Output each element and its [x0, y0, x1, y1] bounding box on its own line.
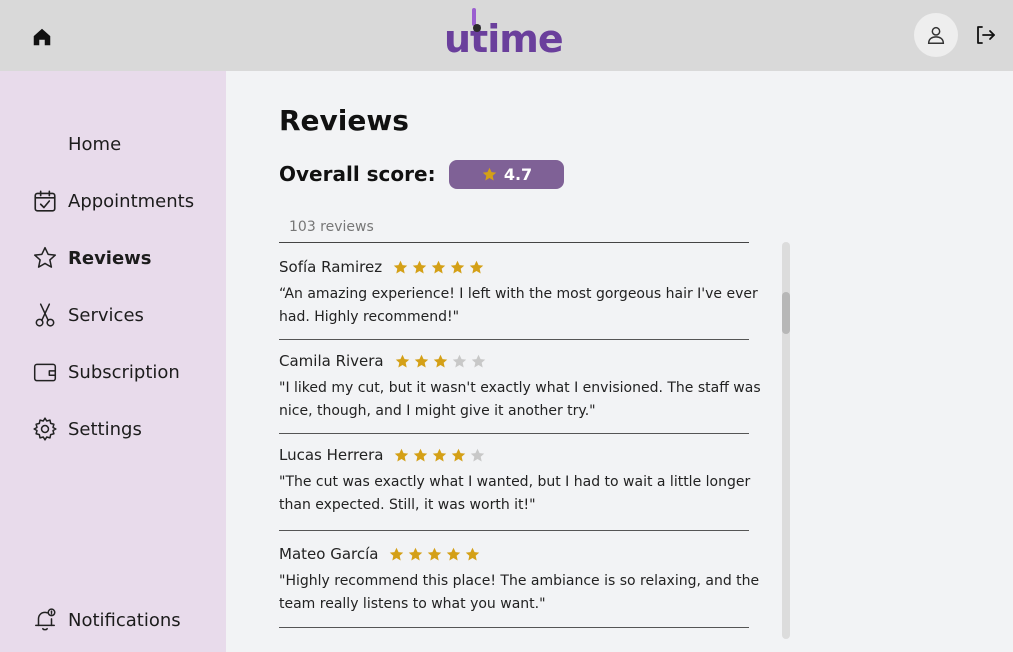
sidebar-item-label: Settings: [68, 418, 142, 440]
utime-logo: utime: [444, 6, 574, 62]
review-text: "The cut was exactly what I wanted, but …: [279, 474, 751, 513]
page-title: Reviews: [279, 104, 409, 137]
divider: [279, 627, 749, 628]
star-empty-icon: [471, 448, 485, 461]
star-filled-icon: [482, 167, 497, 181]
star-filled-icon: [466, 547, 480, 560]
star-filled-icon: [450, 260, 465, 273]
review-text: "Highly recommend this place! The ambian…: [279, 573, 760, 612]
bell-alert-icon: [32, 607, 58, 633]
scrollbar-thumb[interactable]: [782, 292, 790, 334]
star-empty-icon: [452, 354, 466, 367]
divider: [279, 530, 749, 531]
review-text: “An amazing experience! I left with the …: [279, 286, 758, 325]
star-filled-icon: [428, 547, 442, 560]
sidebar-item-label: Subscription: [68, 361, 180, 383]
star-filled-icon: [409, 547, 423, 560]
user-icon: [927, 26, 945, 44]
home-button[interactable]: [30, 25, 54, 49]
star-filled-icon: [412, 260, 427, 273]
sidebar-item-label: Home: [68, 133, 122, 155]
star-filled-icon: [390, 547, 404, 560]
review-item: Sofía Ramirez “An amazing experience! I …: [279, 256, 759, 329]
star-outline-icon: [32, 245, 58, 271]
logo-dot: [473, 24, 481, 32]
sidebar: Home Appointments Reviews Services Subsc…: [0, 71, 226, 652]
sidebar-item-home[interactable]: Home: [0, 124, 226, 164]
calendar-check-icon: [32, 188, 58, 214]
star-filled-icon: [447, 547, 461, 560]
star-filled-icon: [469, 260, 484, 273]
star-filled-icon: [414, 448, 428, 461]
overall-score-badge: 4.7: [449, 160, 564, 189]
star-rating: [394, 353, 487, 370]
star-rating: [392, 259, 485, 276]
sidebar-item-label: Appointments: [68, 190, 195, 212]
sidebar-item-label: Services: [68, 304, 144, 326]
reviewer-name: Camila Rivera: [279, 352, 384, 370]
sidebar-item-label: Reviews: [68, 247, 152, 269]
sidebar-item-appointments[interactable]: Appointments: [0, 181, 226, 221]
reviews-scrollbar[interactable]: [782, 242, 790, 639]
sidebar-item-subscription[interactable]: Subscription: [0, 352, 226, 392]
reviewer-name: Mateo García: [279, 545, 379, 563]
star-filled-icon: [395, 448, 409, 461]
scissors-icon: [32, 302, 58, 328]
star-filled-icon: [393, 260, 408, 273]
star-filled-icon: [433, 448, 447, 461]
divider: [279, 242, 749, 243]
overall-score-value: 4.7: [503, 165, 533, 184]
star-filled-icon: [395, 354, 409, 367]
top-bar: utime: [0, 0, 1013, 71]
star-rating: [388, 546, 481, 563]
logo-text: utime: [444, 17, 564, 61]
sidebar-item-notifications[interactable]: Notifications: [0, 600, 226, 640]
star-filled-icon: [414, 354, 428, 367]
star-filled-icon: [431, 260, 446, 273]
review-item: Lucas Herrera "The cut was exactly what …: [279, 444, 759, 517]
star-filled-icon: [452, 448, 466, 461]
logout-icon: [977, 26, 995, 44]
review-item: Camila Rivera "I liked my cut, but it wa…: [279, 350, 761, 423]
divider: [279, 339, 749, 340]
review-count: 103 reviews: [289, 219, 374, 235]
sidebar-item-reviews[interactable]: Reviews: [0, 238, 226, 278]
gear-icon: [32, 416, 58, 442]
profile-button[interactable]: [914, 13, 958, 57]
notifications-label: Notifications: [68, 609, 181, 631]
divider: [279, 433, 749, 434]
reviewer-name: Lucas Herrera: [279, 446, 384, 464]
review-item: Mateo García "Highly recommend this plac…: [279, 543, 759, 616]
logout-button[interactable]: [972, 22, 998, 48]
wallet-icon: [32, 359, 58, 385]
sidebar-item-services[interactable]: Services: [0, 295, 226, 335]
reviewer-name: Sofía Ramirez: [279, 258, 383, 276]
star-filled-icon: [433, 354, 447, 367]
overall-score-label: Overall score:: [279, 162, 436, 186]
sidebar-item-settings[interactable]: Settings: [0, 409, 226, 449]
home-icon: [33, 28, 51, 46]
star-empty-icon: [471, 354, 485, 367]
review-text: "I liked my cut, but it wasn't exactly w…: [279, 380, 761, 419]
star-rating: [393, 447, 486, 464]
